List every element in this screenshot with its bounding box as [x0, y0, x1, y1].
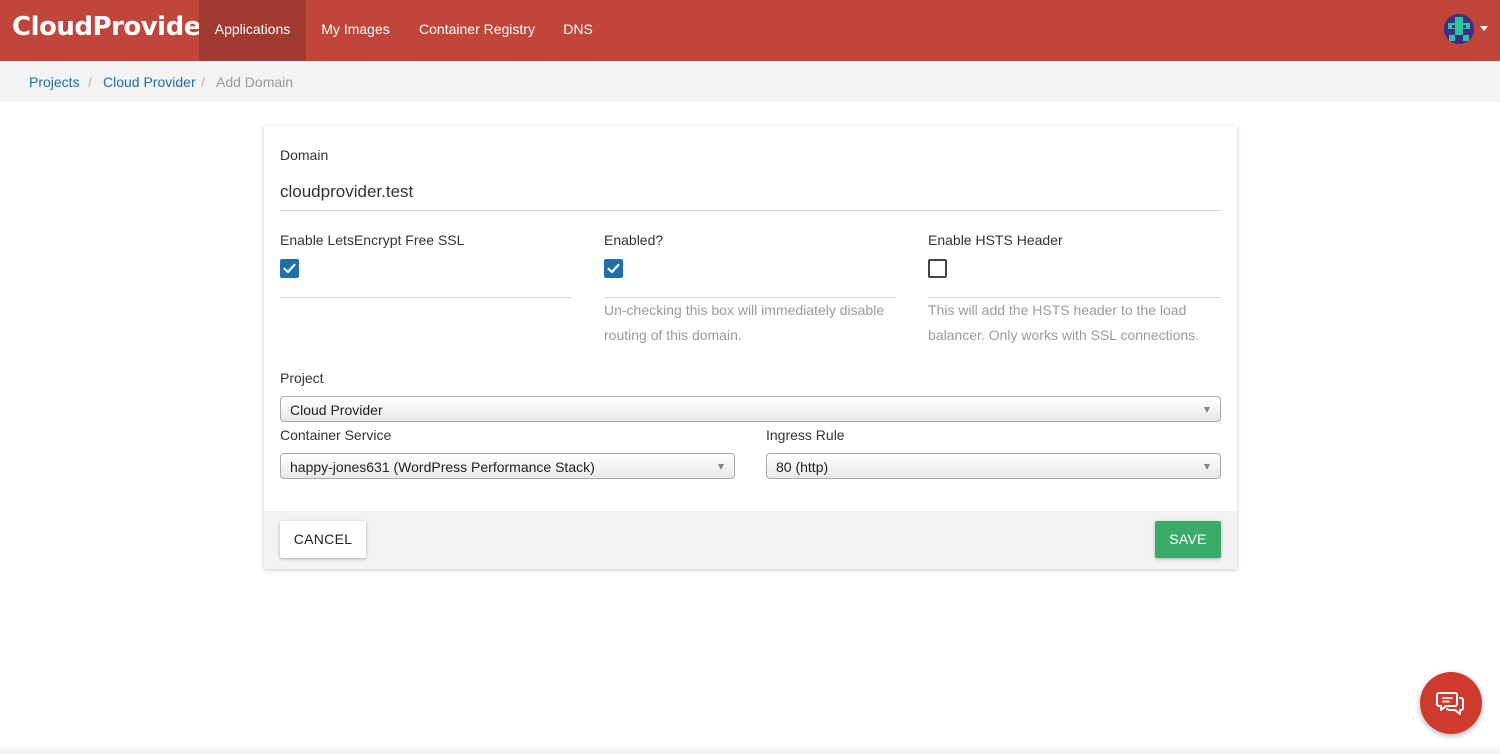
- hsts-help-text: This will add the HSTS header to the loa…: [928, 302, 1200, 343]
- form-footer: CANCEL SAVE: [264, 511, 1237, 569]
- top-navbar: CloudProvider Applications My Images Con…: [0, 0, 1500, 61]
- letsencrypt-checkbox[interactable]: [280, 259, 299, 278]
- domain-label: Domain: [280, 147, 329, 163]
- container-service-label: Container Service: [280, 427, 392, 443]
- project-select[interactable]: Cloud Provider: [280, 396, 1221, 422]
- brand-logo[interactable]: CloudProvider: [12, 12, 214, 42]
- add-domain-form-card: Domain cloudprovider.test Enable LetsEnc…: [264, 126, 1237, 569]
- cancel-button[interactable]: CANCEL: [280, 521, 366, 558]
- enabled-label: Enabled?: [604, 232, 664, 248]
- breadcrumb-item-current: Add Domain: [216, 74, 294, 90]
- chevron-down-icon[interactable]: [1480, 26, 1488, 31]
- project-select-value: Cloud Provider: [290, 402, 383, 418]
- hsts-label: Enable HSTS Header: [928, 232, 1063, 248]
- check-icon: [283, 263, 296, 274]
- letsencrypt-underline: [280, 297, 572, 298]
- domain-input[interactable]: cloudprovider.test: [280, 182, 413, 202]
- letsencrypt-label: Enable LetsEncrypt Free SSL: [280, 232, 465, 248]
- hsts-checkbox[interactable]: [928, 259, 947, 278]
- select-arrow-icon: [718, 464, 724, 470]
- ingress-rule-select[interactable]: 80 (http): [766, 453, 1221, 479]
- check-icon: [607, 263, 620, 274]
- chat-bubbles-icon: [1436, 692, 1464, 715]
- breadcrumb-separator: /: [88, 74, 92, 90]
- nav-tab-applications[interactable]: Applications: [199, 0, 306, 61]
- nav-tab-dns[interactable]: DNS: [549, 0, 607, 61]
- container-service-select[interactable]: happy-jones631 (WordPress Performance St…: [280, 453, 735, 479]
- user-avatar-icon[interactable]: [1444, 14, 1474, 44]
- ingress-rule-label: Ingress Rule: [766, 427, 845, 443]
- enabled-checkbox[interactable]: [604, 259, 623, 278]
- domain-input-underline: [280, 210, 1221, 211]
- breadcrumb-item-projects[interactable]: Projects: [29, 74, 80, 90]
- select-arrow-icon: [1204, 407, 1210, 413]
- ingress-rule-value: 80 (http): [776, 459, 829, 475]
- page-bottom-shadow: [0, 744, 1500, 754]
- select-arrow-icon: [1204, 464, 1210, 470]
- project-label: Project: [280, 370, 324, 386]
- nav-tab-my-images[interactable]: My Images: [306, 0, 405, 61]
- save-button[interactable]: SAVE: [1155, 521, 1221, 558]
- enabled-help-text: Un-checking this box will immediately di…: [604, 302, 885, 343]
- breadcrumb: Projects / Cloud Provider / Add Domain: [0, 61, 1500, 102]
- chat-button[interactable]: [1420, 672, 1482, 734]
- user-menu[interactable]: [1444, 14, 1490, 46]
- breadcrumb-item-cloud-provider[interactable]: Cloud Provider: [103, 74, 196, 90]
- container-service-value: happy-jones631 (WordPress Performance St…: [290, 459, 595, 475]
- nav-tab-container-registry[interactable]: Container Registry: [405, 0, 549, 61]
- breadcrumb-separator: /: [201, 74, 205, 90]
